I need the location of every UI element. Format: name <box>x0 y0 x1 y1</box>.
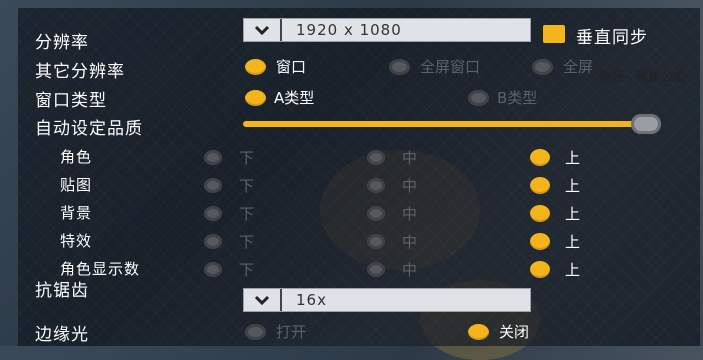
radio-high[interactable]: 上 <box>530 231 580 252</box>
radio-label: 上 <box>565 149 581 167</box>
resolution-label: 分辨率 <box>35 33 89 53</box>
quality-label: 特效 <box>60 232 93 250</box>
radio-edge-off[interactable]: 关闭 <box>468 321 529 342</box>
radio-dot <box>367 150 385 165</box>
radio-label: 中 <box>402 205 418 223</box>
antialias-select[interactable]: 16x <box>243 288 531 312</box>
radio-label: 中 <box>402 177 418 195</box>
edge-light-label: 边缘光 <box>35 325 89 345</box>
radio-dot <box>204 150 222 165</box>
radio-low[interactable]: 下 <box>204 147 254 168</box>
radio-type-a[interactable]: A类型 <box>245 87 314 108</box>
radio-label: 打开 <box>276 323 307 341</box>
radio-label: 上 <box>565 261 581 279</box>
radio-label: 窗口 <box>276 58 307 76</box>
radio-dot <box>468 323 489 340</box>
radio-dot <box>204 262 222 277</box>
vsync-label: 垂直同步 <box>576 28 648 48</box>
radio-mid[interactable]: 中 <box>367 175 417 196</box>
radio-dot <box>530 149 550 166</box>
quality-slider-track[interactable] <box>243 121 647 127</box>
resolution-value: 1920 x 1080 <box>296 21 402 39</box>
radio-dot <box>367 262 385 277</box>
resolution-select[interactable]: 1920 x 1080 <box>243 18 531 42</box>
radio-label: 全屏 <box>563 58 594 76</box>
radio-label: B类型 <box>497 89 538 107</box>
radio-fullscreen[interactable]: 全屏 <box>532 56 593 77</box>
quality-label: 背景 <box>60 204 93 222</box>
radio-label: A类型 <box>274 89 315 107</box>
chevron-down-icon[interactable] <box>244 289 282 311</box>
radio-high[interactable]: 上 <box>530 175 580 196</box>
radio-edge-on[interactable]: 打开 <box>245 321 306 342</box>
window-type-label: 窗口类型 <box>35 91 107 111</box>
radio-windowed[interactable]: 窗口 <box>245 56 306 77</box>
radio-mid[interactable]: 中 <box>367 259 417 280</box>
radio-dot <box>530 233 550 250</box>
chat-overflow-text: 你好~我是公会 <box>598 70 687 85</box>
auto-quality-label: 自动设定品质 <box>35 119 143 139</box>
radio-dot <box>245 323 266 340</box>
radio-label: 下 <box>239 177 255 195</box>
radio-label: 下 <box>239 233 255 251</box>
quality-label: 角色 <box>60 148 93 166</box>
radio-high[interactable]: 上 <box>530 147 580 168</box>
radio-low[interactable]: 下 <box>204 175 254 196</box>
radio-low[interactable]: 下 <box>204 203 254 224</box>
radio-dot <box>245 89 266 106</box>
radio-dot <box>530 205 550 222</box>
radio-high[interactable]: 上 <box>530 259 580 280</box>
radio-label: 上 <box>565 205 581 223</box>
radio-dot <box>530 261 550 278</box>
radio-dot <box>204 234 222 249</box>
radio-label: 中 <box>402 149 418 167</box>
quality-slider-knob[interactable] <box>631 114 661 134</box>
other-resolution-label: 其它分辨率 <box>35 62 125 82</box>
radio-label: 全屏窗口 <box>420 58 481 76</box>
radio-low[interactable]: 下 <box>204 231 254 252</box>
radio-label: 中 <box>402 261 418 279</box>
radio-mid[interactable]: 中 <box>367 231 417 252</box>
radio-dot <box>367 178 385 193</box>
radio-dot <box>389 58 410 75</box>
radio-dot <box>367 206 385 221</box>
radio-dot <box>530 177 550 194</box>
radio-label: 下 <box>239 261 255 279</box>
radio-dot <box>245 58 266 75</box>
antialias-label: 抗锯齿 <box>35 281 89 301</box>
radio-mid[interactable]: 中 <box>367 147 417 168</box>
quality-label: 贴图 <box>60 176 93 194</box>
radio-dot <box>468 89 489 106</box>
radio-label: 上 <box>565 177 581 195</box>
vsync-checkbox[interactable] <box>543 25 565 43</box>
radio-dot <box>204 206 222 221</box>
radio-dot <box>532 58 553 75</box>
radio-type-b[interactable]: B类型 <box>468 87 537 108</box>
radio-dot <box>367 234 385 249</box>
radio-mid[interactable]: 中 <box>367 203 417 224</box>
chevron-down-icon[interactable] <box>244 19 282 41</box>
radio-label: 上 <box>565 233 581 251</box>
radio-label: 下 <box>239 205 255 223</box>
radio-dot <box>204 178 222 193</box>
radio-fullscreen-window[interactable]: 全屏窗口 <box>389 56 480 77</box>
radio-low[interactable]: 下 <box>204 259 254 280</box>
radio-label: 下 <box>239 149 255 167</box>
radio-label: 关闭 <box>499 323 530 341</box>
antialias-value: 16x <box>296 291 327 309</box>
radio-label: 中 <box>402 233 418 251</box>
radio-high[interactable]: 上 <box>530 203 580 224</box>
